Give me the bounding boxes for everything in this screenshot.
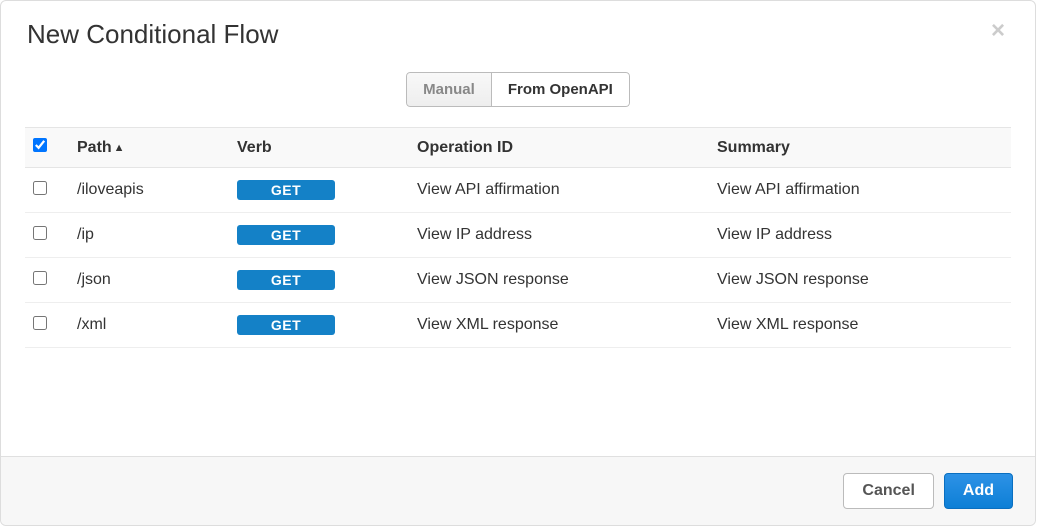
table-row: /iloveapis GET View API affirmation View… <box>25 168 1011 213</box>
table-row: /ip GET View IP address View IP address <box>25 213 1011 258</box>
modal-title: New Conditional Flow <box>27 19 278 50</box>
path-cell: /xml <box>69 303 229 348</box>
path-cell: /iloveapis <box>69 168 229 213</box>
close-icon[interactable]: × <box>987 19 1009 43</box>
summary-cell: View IP address <box>709 213 1011 258</box>
summary-cell: View API affirmation <box>709 168 1011 213</box>
modal-header: New Conditional Flow × <box>1 1 1035 72</box>
source-toggle-group: Manual From OpenAPI <box>406 72 630 107</box>
tab-manual[interactable]: Manual <box>406 72 492 107</box>
operation-id-cell: View JSON response <box>409 258 709 303</box>
row-checkbox[interactable] <box>33 226 47 240</box>
column-header-summary[interactable]: Summary <box>709 128 1011 168</box>
sort-asc-icon: ▲ <box>114 142 125 154</box>
verb-badge: GET <box>237 315 335 335</box>
verb-badge: GET <box>237 180 335 200</box>
table-row: /json GET View JSON response View JSON r… <box>25 258 1011 303</box>
operations-table-wrap: Path▲ Verb Operation ID Summary /iloveap… <box>1 127 1035 456</box>
summary-cell: View JSON response <box>709 258 1011 303</box>
table-header-row: Path▲ Verb Operation ID Summary <box>25 128 1011 168</box>
add-button[interactable]: Add <box>944 473 1013 509</box>
modal-footer: Cancel Add <box>1 456 1035 525</box>
operation-id-cell: View API affirmation <box>409 168 709 213</box>
column-header-verb[interactable]: Verb <box>229 128 409 168</box>
tab-from-openapi[interactable]: From OpenAPI <box>492 72 630 107</box>
operation-id-cell: View IP address <box>409 213 709 258</box>
row-checkbox[interactable] <box>33 316 47 330</box>
verb-badge: GET <box>237 225 335 245</box>
select-all-checkbox[interactable] <box>33 138 47 152</box>
operations-table-body: /iloveapis GET View API affirmation View… <box>25 168 1011 348</box>
path-cell: /json <box>69 258 229 303</box>
operations-table: Path▲ Verb Operation ID Summary /iloveap… <box>25 127 1011 348</box>
row-checkbox[interactable] <box>33 181 47 195</box>
table-row: /xml GET View XML response View XML resp… <box>25 303 1011 348</box>
verb-badge: GET <box>237 270 335 290</box>
summary-cell: View XML response <box>709 303 1011 348</box>
column-header-path-label: Path <box>77 139 112 156</box>
row-checkbox[interactable] <box>33 271 47 285</box>
operation-id-cell: View XML response <box>409 303 709 348</box>
new-conditional-flow-modal: New Conditional Flow × Manual From OpenA… <box>0 0 1036 526</box>
column-header-operation-id[interactable]: Operation ID <box>409 128 709 168</box>
path-cell: /ip <box>69 213 229 258</box>
column-header-select <box>25 128 69 168</box>
cancel-button[interactable]: Cancel <box>843 473 933 509</box>
source-toggle-row: Manual From OpenAPI <box>1 72 1035 127</box>
column-header-path[interactable]: Path▲ <box>69 128 229 168</box>
